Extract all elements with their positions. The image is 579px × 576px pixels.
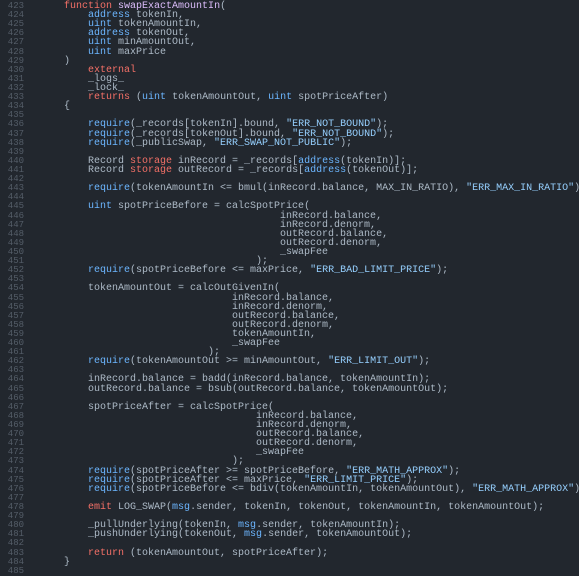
code-line[interactable]: return (tokenAmountOut, spotPriceAfter); [40,549,579,558]
line-number-gutter: 4234244254264274284294304314324334344354… [0,0,28,576]
code-line[interactable]: require(tokenAmountIn <= bmul(inRecord.b… [40,184,579,193]
code-line[interactable]: emit LOG_SWAP(msg.sender, tokenIn, token… [40,503,579,512]
code-line[interactable]: Record storage outRecord = _records[addr… [40,166,579,175]
code-line[interactable]: require(spotPriceBefore <= maxPrice, "ER… [40,266,579,275]
code-line[interactable]: outRecord.balance = bsub(outRecord.balan… [40,385,579,394]
code-line[interactable]: uint maxPrice [40,48,579,57]
code-line[interactable]: returns (uint tokenAmountOut, uint spotP… [40,93,579,102]
code-line[interactable]: require(tokenAmountOut >= minAmountOut, … [40,357,579,366]
code-line[interactable]: require(_publicSwap, "ERR_SWAP_NOT_PUBLI… [40,139,579,148]
code-line[interactable]: { [40,102,579,111]
code-editor-content[interactable]: function swapExactAmountIn( address toke… [28,0,579,576]
code-line[interactable]: _pushUnderlying(tokenOut, msg.sender, to… [40,530,579,539]
line-number[interactable]: 485 [0,567,24,576]
code-line[interactable] [40,567,579,576]
code-line[interactable]: require(spotPriceBefore <= bdiv(tokenAmo… [40,485,579,494]
code-line[interactable]: } [40,558,579,567]
